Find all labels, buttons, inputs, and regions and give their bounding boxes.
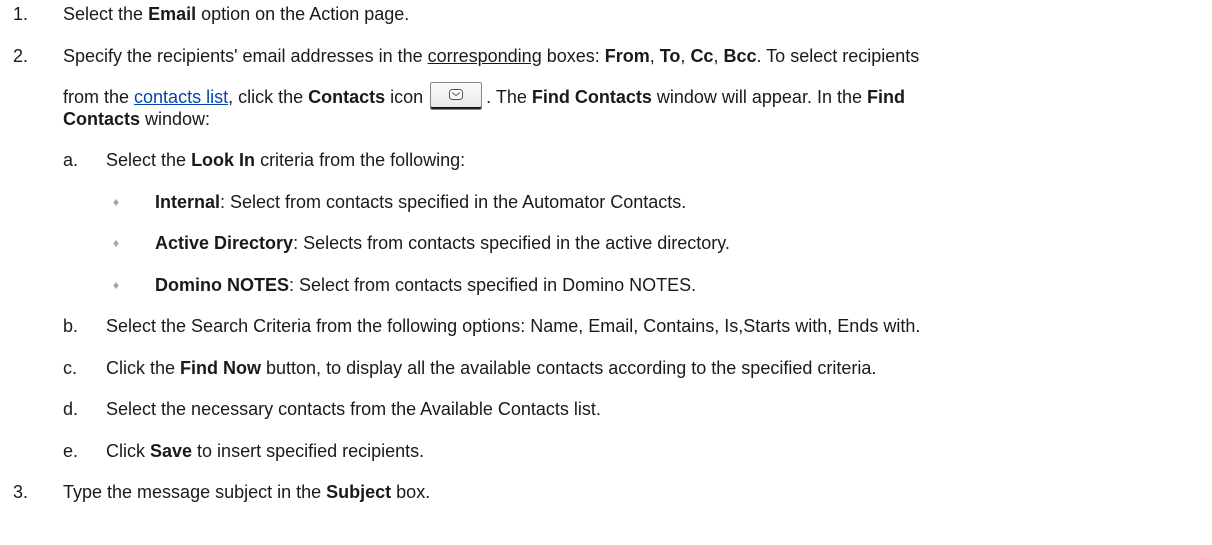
contacts-list-link[interactable]: contacts list [134,87,228,107]
substep-letter: e. [63,441,79,461]
list-item: Domino NOTES: Select from contacts speci… [155,275,697,295]
substep-e-text: Click Save to insert specified recipient… [106,441,425,461]
step-1-text: Select the Email option on the Action pa… [63,4,410,24]
diamond-bullet-icon: ♦ [113,236,120,250]
substep-letter: a. [63,150,79,170]
list-item: Active Directory: Selects from contacts … [155,233,730,253]
diamond-bullet-icon: ♦ [113,195,120,209]
contacts-button[interactable] [430,82,483,111]
substep-b-text: Select the Search Criteria from the foll… [106,316,921,336]
diamond-bullet-icon: ♦ [113,278,120,292]
substep-letter: c. [63,358,78,378]
step-number: 2. [13,46,29,66]
list-item: Internal: Select from contacts specified… [155,192,687,212]
substep-letter: b. [63,316,79,336]
step-number: 3. [13,482,29,502]
step-2-line-2: from the contacts list, click the Contac… [63,82,905,111]
step-3-text: Type the message subject in the Subject … [63,482,431,502]
envelope-icon [449,89,464,101]
substep-letter: d. [63,399,79,419]
step-number: 1. [13,4,29,24]
substep-c-text: Click the Find Now button, to display al… [106,358,877,378]
substep-d-text: Select the necessary contacts from the A… [106,399,601,419]
step-2-line-1: Specify the recipients' email addresses … [63,46,920,66]
step-2-line-3: Contacts window: [63,109,211,129]
substep-a-text: Select the Look In criteria from the fol… [106,150,466,170]
